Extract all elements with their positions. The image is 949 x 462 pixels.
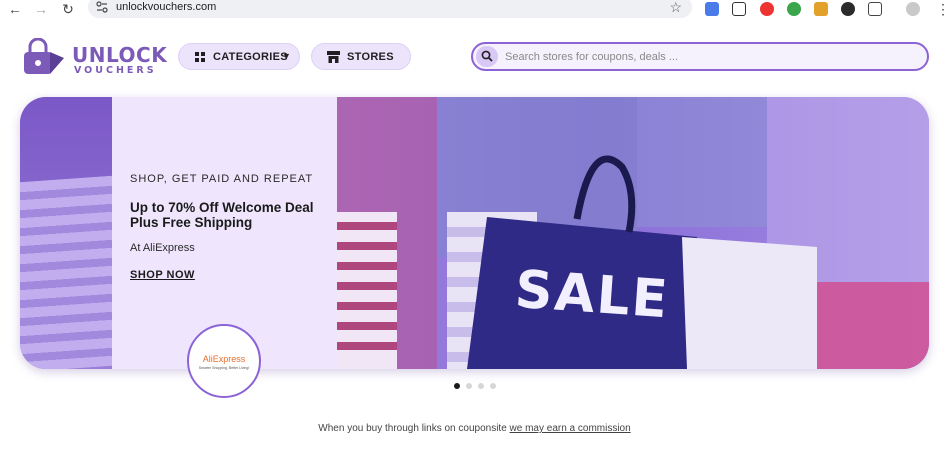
url-text[interactable]: unlockvouchers.com [116, 1, 216, 13]
translate-extension-icon[interactable] [705, 2, 719, 16]
aliexpress-logo-badge[interactable]: AliExpress Smarter Shopping, Better Livi… [187, 324, 261, 398]
categories-button[interactable]: CATEGORIES ▼ [178, 43, 300, 70]
categories-label: CATEGORIES [213, 51, 288, 63]
puzzle-extensions-icon[interactable] [868, 2, 882, 16]
forward-icon[interactable]: → [32, 1, 50, 17]
hero-store-line: At AliExpress [130, 242, 195, 254]
search-icon [481, 50, 493, 62]
affiliate-disclaimer: When you buy through links on couponsite… [0, 423, 949, 434]
carousel-dot[interactable] [466, 383, 472, 389]
carousel-indicators [454, 383, 498, 389]
search-button[interactable] [476, 46, 498, 67]
bookmark-star-icon[interactable]: ☆ [669, 0, 682, 16]
browser-toolbar: ← → ↻ unlockvouchers.com ☆ ⋮ [0, 0, 949, 20]
grid-icon [195, 52, 205, 62]
carousel-dot[interactable] [454, 383, 460, 389]
stores-label: STORES [347, 51, 394, 63]
store-logo-tagline: Smarter Shopping, Better Living! [198, 366, 250, 370]
hero-banner[interactable]: SALE [20, 97, 929, 369]
reload-icon[interactable]: ↻ [59, 1, 77, 17]
site-info-icon[interactable] [96, 1, 108, 13]
logo-wordmark-top: UNLOCK [72, 43, 168, 67]
caret-down-icon: ▼ [282, 51, 292, 61]
profile-avatar[interactable] [906, 2, 920, 16]
back-icon[interactable]: ← [6, 1, 24, 17]
sale-text: SALE [513, 259, 672, 331]
pen-extension-icon[interactable] [732, 2, 746, 16]
logo-wordmark-bottom: VOUCHERS [74, 65, 157, 76]
banner-left-image [20, 97, 112, 369]
search-input[interactable] [505, 47, 905, 66]
shield-extension-icon[interactable] [814, 2, 828, 16]
carousel-dot[interactable] [478, 383, 484, 389]
browser-menu-icon[interactable]: ⋮ [934, 1, 949, 17]
store-icon [327, 51, 340, 63]
disclaimer-text: When you buy through links on couponsite [318, 423, 510, 434]
green-extension-icon[interactable] [787, 2, 801, 16]
site-logo[interactable]: UNLOCK VOUCHERS [20, 38, 167, 78]
padlock-tag-icon [24, 38, 64, 74]
search-bar[interactable] [471, 42, 929, 71]
hero-title: Up to 70% Off Welcome Deal Plus Free Shi… [130, 200, 314, 230]
carousel-dot[interactable] [490, 383, 496, 389]
record-extension-icon[interactable] [760, 2, 774, 16]
shop-now-link[interactable]: SHOP NOW [130, 269, 195, 281]
stores-button[interactable]: STORES [311, 43, 411, 70]
dark-extension-icon[interactable] [841, 2, 855, 16]
banner-photo: SALE [337, 97, 929, 369]
address-bar[interactable]: unlockvouchers.com ☆ [88, 0, 692, 18]
store-logo-name: AliExpress [202, 354, 246, 364]
commission-link[interactable]: we may earn a commission [510, 423, 631, 434]
hero-tagline: SHOP, GET PAID AND REPEAT [130, 173, 314, 185]
shopping-bags-illustration [337, 97, 929, 369]
